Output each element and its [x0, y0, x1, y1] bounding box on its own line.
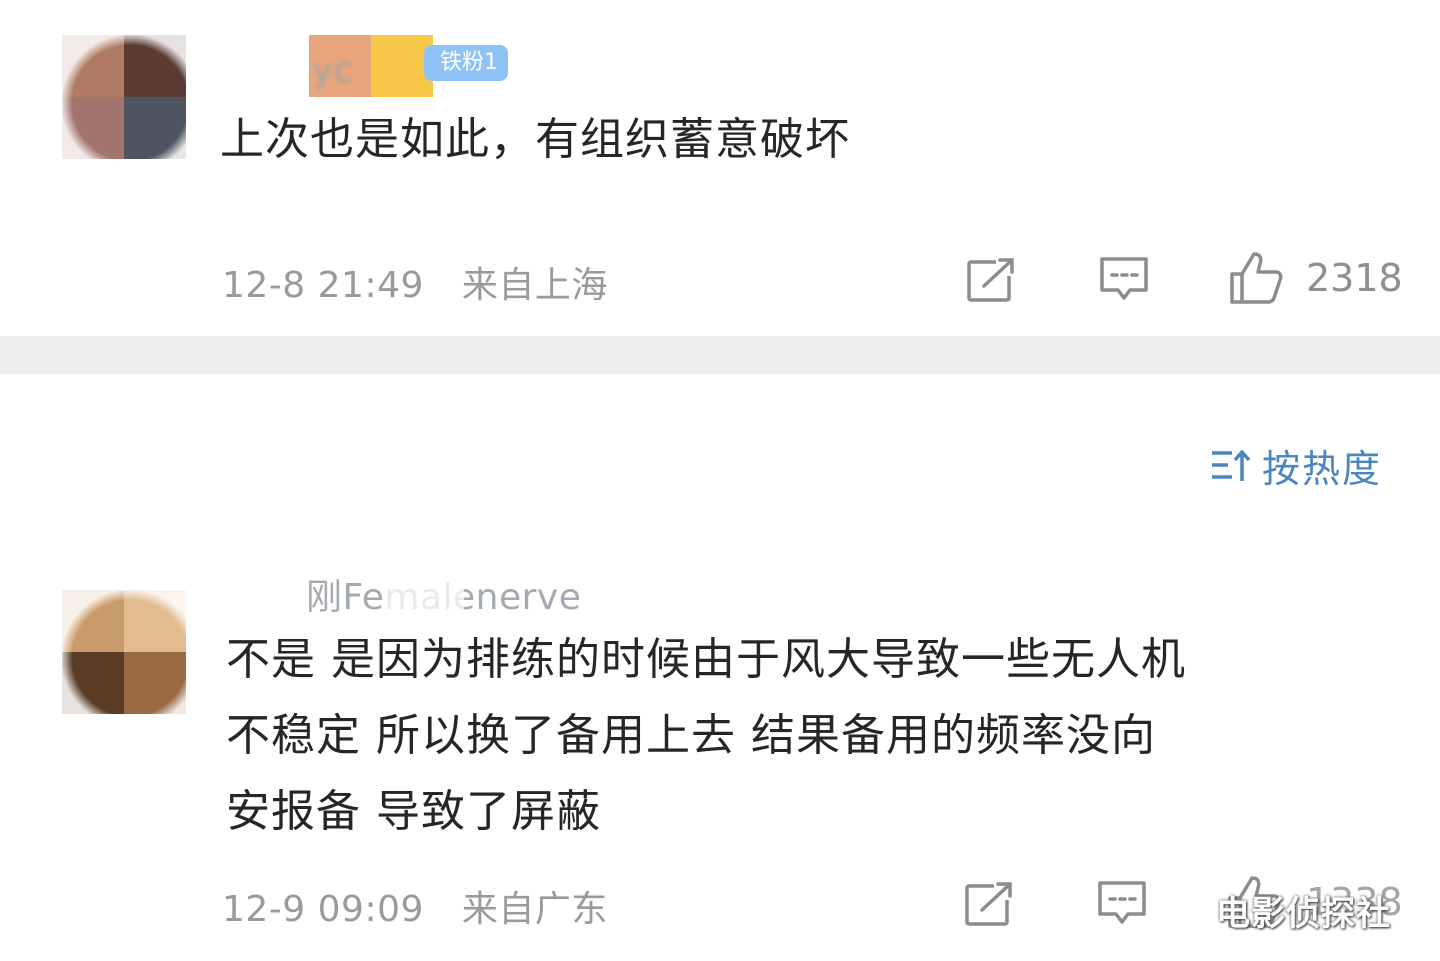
section-divider — [0, 336, 1440, 374]
comment-line: 不是 是因为排练的时候由于风大导致一些无人机 — [226, 634, 1186, 685]
comment-meta: 12-9 09:09 来自广东 — [222, 880, 608, 932]
avatar[interactable] — [62, 35, 186, 159]
share-icon[interactable] — [964, 880, 1016, 928]
fan-badge: 铁粉1 — [424, 45, 508, 81]
username-mosaic — [228, 566, 308, 612]
comment-icon[interactable] — [1096, 878, 1148, 928]
sort-label: 按热度 — [1262, 447, 1383, 491]
username[interactable]: yc — [312, 50, 354, 91]
comment-line: 安报备 导致了屏蔽 — [226, 786, 601, 837]
comment-date: 12-9 09:09 — [222, 889, 424, 930]
comment-text: 不是 是因为排练的时候由于风大导致一些无人机 不稳定 所以换了备用上去 结果备用… — [226, 622, 1186, 850]
comment-location: 来自上海 — [461, 265, 608, 306]
comment-text: 上次也是如此，有组织蓄意破坏 — [220, 102, 850, 178]
sort-icon — [1212, 449, 1251, 481]
comment-line: 上次也是如此，有组织蓄意破坏 — [220, 114, 850, 165]
avatar[interactable] — [62, 590, 186, 714]
username-mosaic — [384, 566, 464, 612]
watermark: 电影侦探社 — [1216, 894, 1391, 934]
comment-icon[interactable] — [1098, 254, 1150, 304]
share-icon[interactable] — [966, 256, 1018, 304]
comment-location: 来自广东 — [461, 889, 608, 930]
comment-line: 不稳定 所以换了备用上去 结果备用的频率没向 — [226, 710, 1156, 761]
sort-toggle[interactable]: 按热度 — [1210, 438, 1382, 493]
comment-date: 12-8 21:49 — [222, 265, 424, 306]
like-count: 2318 — [1306, 256, 1403, 300]
thumbs-up-icon[interactable] — [1228, 250, 1284, 306]
comment-meta: 12-8 21:49 来自上海 — [222, 256, 608, 308]
